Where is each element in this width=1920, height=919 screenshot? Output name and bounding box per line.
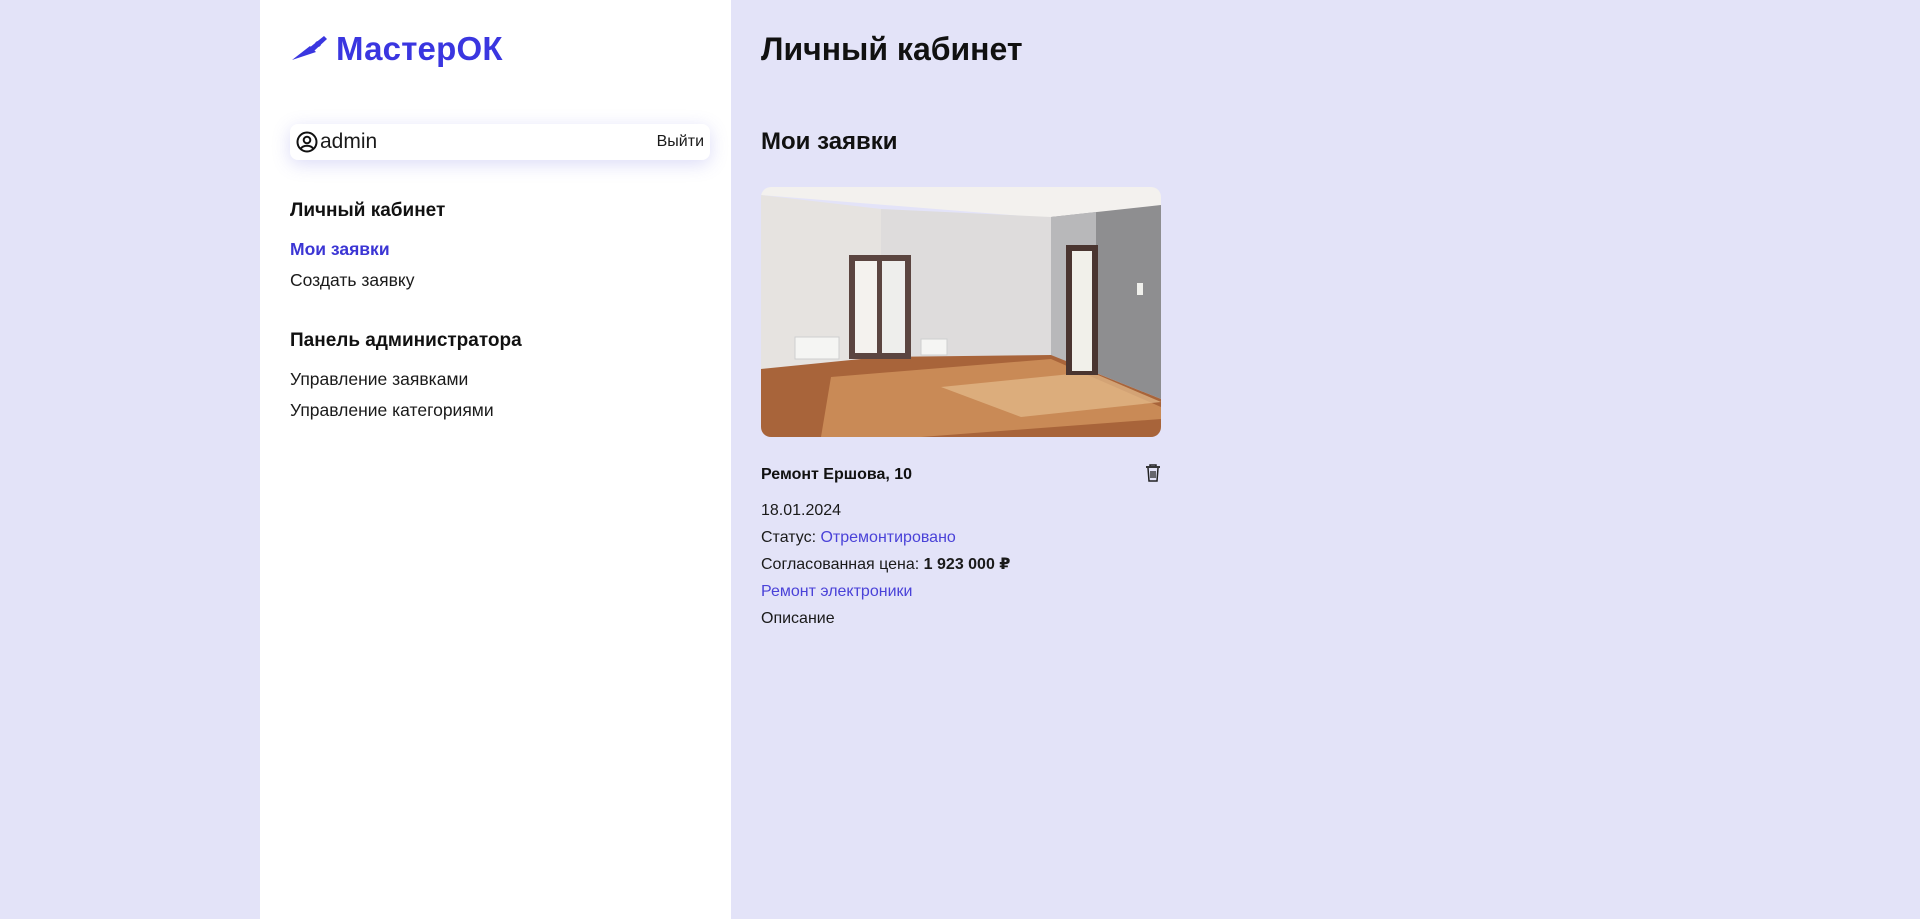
request-date: 18.01.2024 [761,502,842,519]
brand-name: МастерОК [336,30,503,67]
request-title: Ремонт Ершова, 10 [761,465,913,483]
request-description: Описание [761,610,835,627]
request-photo [761,187,1161,437]
section-title: Мои заявки [761,128,898,155]
request-category[interactable]: Ремонт электроники [761,583,1161,601]
price-label: Согласованная цена: [761,556,920,573]
sidebar-item-create-request[interactable]: Создать заявку [290,270,415,291]
sidebar-item-manage-requests[interactable]: Управление заявками [290,369,468,390]
nav-heading-admin: Панель администратора [290,330,522,351]
user-panel: admin Выйти [290,124,710,160]
sidebar: МастерОК admin Выйти Личный кабинет Мои … [260,0,731,919]
page-title: Личный кабинет [761,31,1023,67]
logout-button[interactable]: Выйти [657,133,704,151]
user-circle-icon [296,131,318,153]
sidebar-item-manage-categories[interactable]: Управление категориями [290,400,494,421]
delete-request-button[interactable] [1145,464,1161,485]
request-card: Ремонт Ершова, 10 18.01.2024 Статус: Отр… [761,187,1161,628]
nav-heading-account: Личный кабинет [290,200,446,221]
price-value: 1 923 000 ₽ [923,556,1011,573]
status-label: Статус: [761,529,817,546]
request-status-line: Статус: Отремонтировано [761,529,1161,547]
request-price-line: Согласованная цена: 1 923 000 ₽ [761,556,1161,574]
username: admin [320,130,378,153]
brand-logo[interactable]: МастерОК [290,30,503,68]
sidebar-item-my-requests[interactable]: Мои заявки [290,239,390,260]
trash-icon [1145,464,1161,485]
trowel-icon [290,32,328,67]
status-value: Отремонтировано [820,529,956,546]
request-card-header: Ремонт Ершова, 10 [761,464,1161,485]
